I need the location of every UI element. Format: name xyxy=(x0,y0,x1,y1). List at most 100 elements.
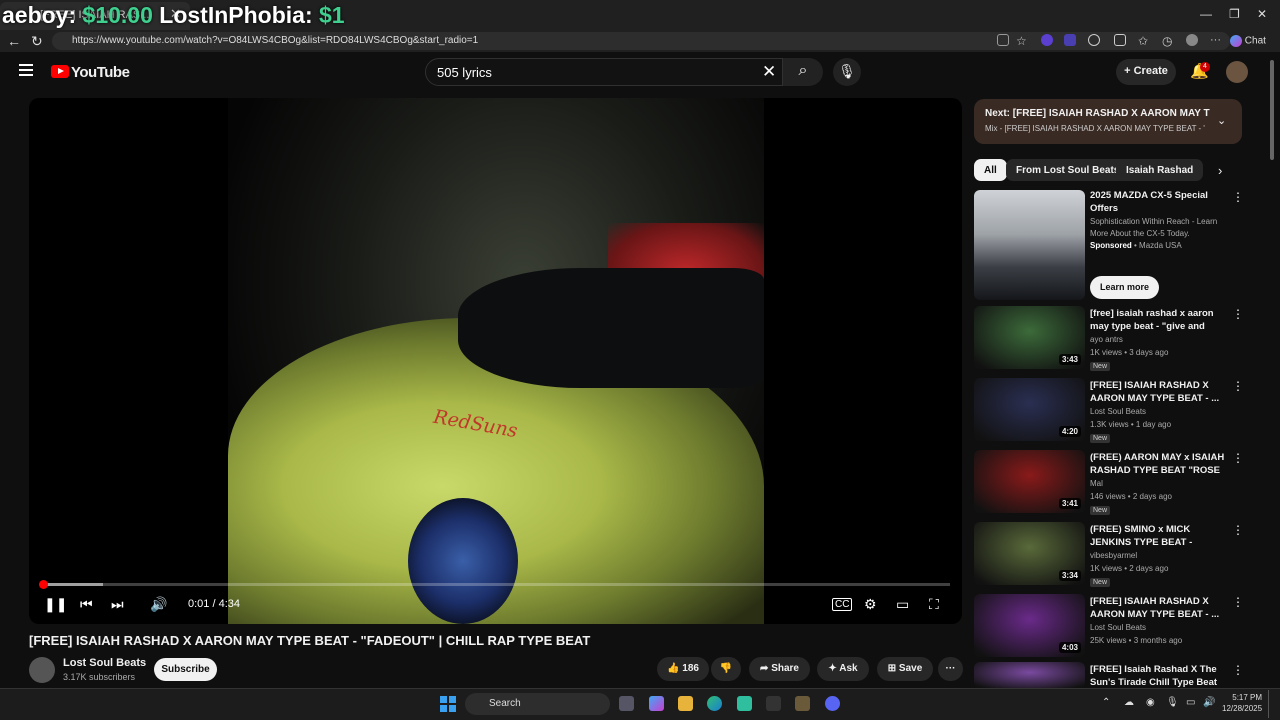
menu-icon[interactable] xyxy=(19,64,33,78)
file-explorer-icon[interactable] xyxy=(678,696,693,711)
volume-icon[interactable]: 🔊 xyxy=(150,596,167,613)
reading-view-icon[interactable] xyxy=(997,34,1009,46)
search-input[interactable]: 505 lyrics xyxy=(425,58,783,86)
recommendation-channel[interactable]: Lost Soul Beats xyxy=(1090,623,1146,632)
recommendation-menu-icon[interactable]: ⋮ xyxy=(1232,307,1244,321)
dislike-button[interactable]: 👎 xyxy=(711,657,741,681)
discord-icon[interactable] xyxy=(825,696,840,711)
settings-gear-icon[interactable]: ⚙ xyxy=(864,596,877,613)
chip-all[interactable]: All xyxy=(974,159,1007,181)
recommendation-menu-icon[interactable]: ⋮ xyxy=(1232,379,1244,393)
recommendation-menu-icon[interactable]: ⋮ xyxy=(1232,663,1244,677)
ask-button[interactable]: ✦ Ask xyxy=(817,657,869,681)
up-next-panel[interactable] xyxy=(974,99,1242,144)
save-button[interactable]: ⊞ Save xyxy=(877,657,933,681)
share-button[interactable]: ➦ Share xyxy=(749,657,810,681)
task-view-icon[interactable] xyxy=(619,696,634,711)
chip-from-lost-soul-beats[interactable]: From Lost Soul Beats xyxy=(1006,159,1130,181)
taskbar xyxy=(0,688,1280,720)
recommendation-menu-icon[interactable]: ⋮ xyxy=(1232,523,1244,537)
previous-icon[interactable]: ⏮ xyxy=(80,596,93,613)
recommendation-title[interactable]: (FREE) SMINO x MICK JENKINS TYPE BEAT - … xyxy=(1090,523,1225,549)
recommendation-title[interactable]: [FREE] Isaiah Rashad X The Sun's Tirade … xyxy=(1090,663,1225,689)
recommendation-thumbnail[interactable] xyxy=(974,662,1085,688)
recommendation-channel[interactable]: Mal xyxy=(1090,479,1103,488)
recommendation-title[interactable]: (FREE) AARON MAY x ISAIAH RASHAD TYPE BE… xyxy=(1090,451,1225,477)
favorites-icon[interactable]: ✩ xyxy=(1138,34,1150,48)
microphone-icon[interactable]: 🎙 xyxy=(1166,697,1179,708)
show-desktop-button[interactable] xyxy=(1268,690,1278,718)
next-icon[interactable]: ⏭ xyxy=(111,596,124,613)
account-avatar[interactable] xyxy=(1226,61,1248,83)
url-field[interactable]: https://www.youtube.com/watch?v=O84LWS4C… xyxy=(52,32,1230,50)
favorite-star-icon[interactable]: ☆ xyxy=(1016,34,1028,48)
tray-overflow-icon[interactable]: ⌃ xyxy=(1102,697,1110,708)
learn-more-button[interactable]: Learn more xyxy=(1090,276,1159,299)
recommendation-title[interactable]: [FREE] ISAIAH RASHAD X AARON MAY TYPE BE… xyxy=(1090,595,1225,621)
profile-icon[interactable] xyxy=(1186,34,1198,46)
scrollbar[interactable] xyxy=(1270,60,1274,160)
more-actions-icon[interactable]: ··· xyxy=(938,657,963,681)
more-icon[interactable]: ··· xyxy=(1210,34,1222,46)
app-icon[interactable] xyxy=(766,696,781,711)
back-icon[interactable]: ← xyxy=(7,33,21,49)
copilot-chat-button[interactable]: Chat xyxy=(1230,32,1278,50)
extensions-icon[interactable] xyxy=(1088,34,1100,46)
window-close-icon[interactable]: ✕ xyxy=(1257,7,1267,21)
clear-search-icon[interactable]: ✕ xyxy=(762,62,776,82)
extension-icon[interactable] xyxy=(1064,34,1076,46)
recommendation-thumbnail[interactable]: 3:41 xyxy=(974,450,1085,513)
recommendation-thumbnail[interactable]: 4:20 xyxy=(974,378,1085,441)
minimize-icon[interactable]: — xyxy=(1200,7,1212,21)
pause-icon[interactable]: ❚❚ xyxy=(44,596,67,613)
system-clock[interactable]: 5:17 PM 12/28/2025 xyxy=(1222,692,1262,714)
maximize-icon[interactable]: ❐ xyxy=(1229,7,1240,21)
ad-thumbnail[interactable] xyxy=(974,190,1085,300)
create-button[interactable]: + Create xyxy=(1116,59,1176,85)
recommendation-title[interactable]: [free] isaiah rashad x aaron may type be… xyxy=(1090,307,1225,333)
refresh-icon[interactable]: ↻ xyxy=(31,33,43,50)
taskbar-search-label: Search xyxy=(489,698,521,709)
captions-icon[interactable]: CC xyxy=(832,598,853,611)
fullscreen-icon[interactable]: ⛶ xyxy=(929,596,939,613)
start-windows-icon[interactable] xyxy=(440,696,456,712)
search-button[interactable]: ⌕ xyxy=(783,58,823,86)
network-icon[interactable]: ▭ xyxy=(1186,697,1195,708)
history-icon[interactable]: ◷ xyxy=(1162,34,1174,48)
chip-isaiah-rashad[interactable]: Isaiah Rashad xyxy=(1116,159,1204,181)
ad-title[interactable]: 2025 MAZDA CX-5 Special Offers xyxy=(1090,189,1225,217)
edge-browser-icon[interactable] xyxy=(707,696,722,711)
video-player[interactable]: RedSuns ❚❚ ⏮ ⏭ 🔊 0:01 / 4:34 CC ⚙ ▭ ⛶ xyxy=(29,98,962,624)
youtube-logo-text[interactable]: YouTube xyxy=(71,64,130,81)
extension-icon[interactable] xyxy=(1041,34,1053,46)
app-icon[interactable] xyxy=(737,696,752,711)
recommendation-channel[interactable]: Lost Soul Beats xyxy=(1090,407,1146,416)
recommendation-channel[interactable]: ayo antrs xyxy=(1090,335,1123,344)
channel-avatar[interactable] xyxy=(29,657,55,683)
like-button[interactable]: 👍 186 xyxy=(657,657,709,681)
chevron-right-icon[interactable]: › xyxy=(1218,163,1222,178)
app-icon[interactable] xyxy=(795,696,810,711)
tray-app-icon[interactable]: ◉ xyxy=(1146,697,1155,708)
recommendation-channel[interactable]: vibesbyarmel xyxy=(1090,551,1137,560)
browser-essentials-icon[interactable] xyxy=(1114,34,1126,46)
channel-name[interactable]: Lost Soul Beats xyxy=(63,657,146,669)
taskbar-search[interactable]: Search xyxy=(465,693,610,715)
subscribe-button[interactable]: Subscribe xyxy=(154,658,217,681)
speaker-icon[interactable]: 🔊 xyxy=(1203,697,1215,708)
ad-menu-icon[interactable]: ⋮ xyxy=(1232,190,1244,204)
recommendation-thumbnail[interactable]: 4:03 xyxy=(974,594,1085,657)
chevron-down-icon[interactable]: ⌄ xyxy=(1217,114,1226,127)
copilot-taskbar-icon[interactable] xyxy=(649,696,664,711)
onedrive-icon[interactable]: ☁ xyxy=(1124,697,1134,708)
youtube-logo-icon[interactable] xyxy=(51,65,69,78)
recommendation-thumbnail[interactable]: 3:43 xyxy=(974,306,1085,369)
recommendation-thumbnail[interactable]: 3:34 xyxy=(974,522,1085,585)
progress-bar[interactable] xyxy=(41,583,950,586)
recommendation-menu-icon[interactable]: ⋮ xyxy=(1232,451,1244,465)
voice-search-icon[interactable]: 🎙 xyxy=(833,58,861,86)
recommendation-menu-icon[interactable]: ⋮ xyxy=(1232,595,1244,609)
progress-scrubber[interactable] xyxy=(39,580,48,589)
miniplayer-icon[interactable]: ▭ xyxy=(896,596,909,613)
recommendation-title[interactable]: [FREE] ISAIAH RASHAD X AARON MAY TYPE BE… xyxy=(1090,379,1225,405)
